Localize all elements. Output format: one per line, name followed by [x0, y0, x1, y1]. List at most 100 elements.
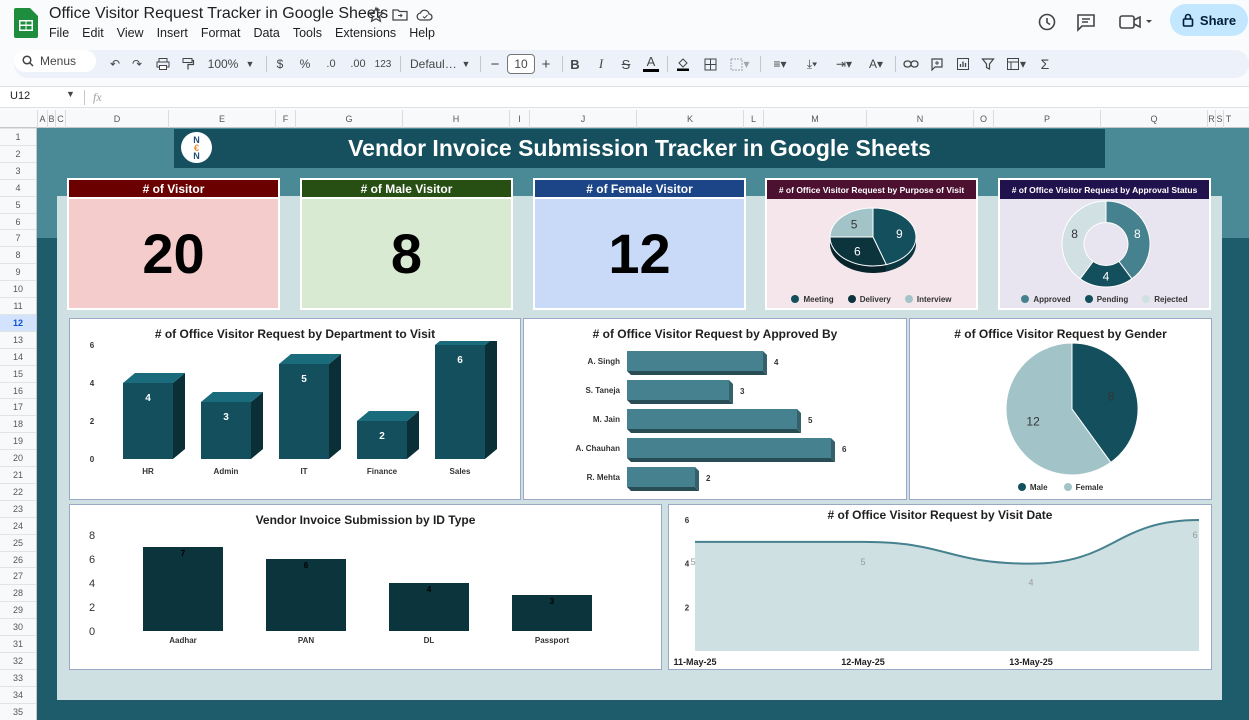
paint-format-icon[interactable]: [179, 53, 197, 75]
column-header[interactable]: L: [743, 110, 763, 128]
filter-views-icon[interactable]: ▾: [1002, 53, 1030, 75]
column-header[interactable]: F: [275, 110, 295, 128]
menu-data[interactable]: Data: [253, 26, 279, 40]
insert-link-icon[interactable]: [902, 53, 920, 75]
row-header[interactable]: 25: [0, 533, 36, 551]
print-icon[interactable]: [154, 53, 172, 75]
row-header[interactable]: 31: [0, 635, 36, 652]
row-header[interactable]: 18: [0, 415, 36, 432]
row-header[interactable]: 7: [0, 229, 36, 246]
kpi-total-visitors[interactable]: # of Visitor 20: [67, 178, 280, 310]
row-header[interactable]: 8: [0, 246, 36, 263]
row-header[interactable]: 30: [0, 618, 36, 635]
row-header[interactable]: 24: [0, 516, 36, 534]
column-header[interactable]: I: [509, 110, 529, 128]
column-header[interactable]: S: [1215, 110, 1223, 128]
row-header[interactable]: 28: [0, 584, 36, 601]
row-header[interactable]: 5: [0, 195, 36, 213]
row-header[interactable]: 2: [0, 144, 36, 162]
number-format-button[interactable]: 123: [373, 53, 393, 75]
kpi-female-visitors[interactable]: # of Female Visitor 12: [533, 178, 746, 310]
row-header[interactable]: 14: [0, 347, 36, 365]
row-header[interactable]: 33: [0, 668, 36, 686]
increase-decimal-button[interactable]: .00: [346, 53, 370, 75]
row-header[interactable]: 27: [0, 567, 36, 584]
undo-icon[interactable]: ↶: [106, 53, 124, 75]
row-header[interactable]: 22: [0, 482, 36, 500]
star-icon[interactable]: [367, 6, 385, 24]
fill-color-icon[interactable]: [675, 53, 691, 75]
column-header[interactable]: A: [37, 110, 47, 128]
row-header[interactable]: 9: [0, 263, 36, 280]
column-header[interactable]: Q: [1100, 110, 1207, 128]
zoom-dropdown-icon[interactable]: ▼: [244, 53, 256, 75]
insert-comment-icon[interactable]: [928, 53, 946, 75]
text-color-icon[interactable]: A: [643, 53, 659, 72]
row-header[interactable]: 13: [0, 330, 36, 348]
document-title[interactable]: Office Visitor Request Tracker in Google…: [49, 5, 388, 23]
row-header[interactable]: 20: [0, 449, 36, 466]
menu-file[interactable]: File: [49, 26, 69, 40]
vertical-align-icon[interactable]: ⤓▾: [798, 53, 826, 75]
chart-id-type[interactable]: Vendor Invoice Submission by ID Type 024…: [69, 504, 662, 670]
row-header[interactable]: 34: [0, 685, 36, 703]
column-header[interactable]: H: [402, 110, 509, 128]
formula-input[interactable]: [120, 90, 1240, 106]
row-header[interactable]: 17: [0, 398, 36, 415]
bold-icon[interactable]: B: [567, 53, 583, 75]
menu-view[interactable]: View: [117, 26, 144, 40]
menu-format[interactable]: Format: [201, 26, 241, 40]
chart-purpose-of-visit[interactable]: # of Office Visitor Request by Purpose o…: [765, 178, 978, 310]
text-wrapping-icon[interactable]: ⇥▾: [830, 53, 858, 75]
font-size-input[interactable]: 10: [507, 54, 535, 74]
row-header[interactable]: 21: [0, 466, 36, 483]
comments-icon[interactable]: [1074, 10, 1098, 34]
sheets-logo-icon[interactable]: [14, 8, 38, 38]
zoom-select[interactable]: 100%: [206, 53, 240, 75]
column-header[interactable]: G: [295, 110, 402, 128]
menu-help[interactable]: Help: [409, 26, 435, 40]
cloud-status-icon[interactable]: [416, 6, 434, 24]
column-header[interactable]: P: [993, 110, 1100, 128]
filter-icon[interactable]: [979, 53, 997, 75]
row-header[interactable]: 35: [0, 702, 36, 720]
chart-approval-status[interactable]: # of Office Visitor Request by Approval …: [998, 178, 1211, 310]
row-header[interactable]: 23: [0, 499, 36, 517]
font-dropdown-icon[interactable]: ▼: [460, 53, 472, 75]
row-header[interactable]: 10: [0, 280, 36, 297]
currency-format-button[interactable]: $: [272, 53, 288, 75]
meet-call-icon[interactable]: [1117, 10, 1157, 34]
chart-gender[interactable]: # of Office Visitor Request by Gender 81…: [909, 318, 1212, 500]
column-header[interactable]: O: [973, 110, 993, 128]
column-header[interactable]: N: [866, 110, 973, 128]
row-header[interactable]: 32: [0, 651, 36, 669]
percent-format-button[interactable]: %: [297, 53, 313, 75]
menu-insert[interactable]: Insert: [157, 26, 188, 40]
chart-department-to-visit[interactable]: # of Office Visitor Request by Departmen…: [69, 318, 521, 500]
row-header[interactable]: 4: [0, 178, 36, 196]
column-header[interactable]: B: [47, 110, 55, 128]
row-header[interactable]: 26: [0, 550, 36, 568]
font-size-increase-icon[interactable]: +: [539, 53, 553, 75]
horizontal-align-icon[interactable]: ≡▾: [766, 53, 794, 75]
name-box-dropdown-icon[interactable]: ▼: [66, 89, 75, 99]
column-header[interactable]: E: [168, 110, 275, 128]
strikethrough-icon[interactable]: S: [618, 53, 634, 75]
row-header[interactable]: 11: [0, 297, 36, 314]
column-header[interactable]: K: [636, 110, 743, 128]
menu-extensions[interactable]: Extensions: [335, 26, 396, 40]
menu-tools[interactable]: Tools: [293, 26, 322, 40]
row-header[interactable]: 16: [0, 381, 36, 399]
name-box[interactable]: U12: [10, 90, 30, 102]
text-rotation-icon[interactable]: A▾: [862, 53, 890, 75]
chart-visit-date[interactable]: # of Office Visitor Request by Visit Dat…: [668, 504, 1212, 670]
redo-icon[interactable]: ↷: [128, 53, 146, 75]
column-header[interactable]: T: [1223, 110, 1233, 128]
merge-cells-icon[interactable]: ▾: [726, 53, 754, 75]
share-button[interactable]: Share: [1170, 4, 1248, 36]
row-header[interactable]: 12: [0, 313, 36, 331]
column-header[interactable]: M: [763, 110, 866, 128]
row-header[interactable]: 1: [0, 128, 36, 145]
column-header[interactable]: D: [65, 110, 168, 128]
row-header[interactable]: 15: [0, 364, 36, 382]
